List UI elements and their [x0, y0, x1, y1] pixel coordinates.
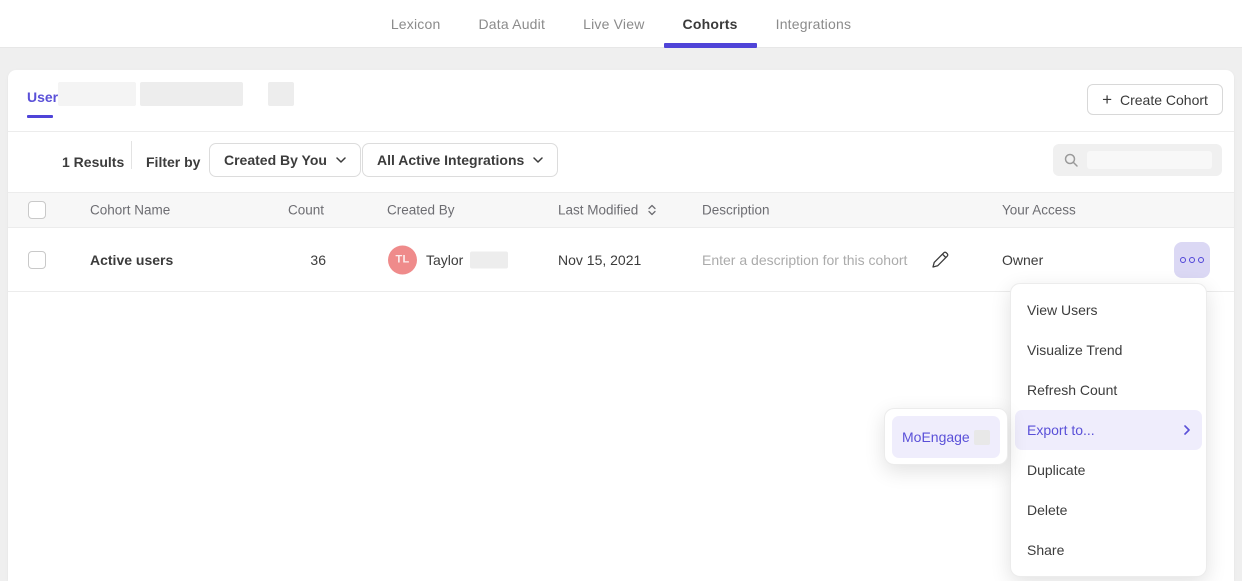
- redacted-tab-2: [140, 82, 243, 106]
- results-count: 1 Results: [62, 154, 124, 170]
- cohort-count: 36: [310, 252, 326, 268]
- plus-icon: +: [1102, 91, 1112, 108]
- tab-user-underline: [27, 115, 53, 118]
- divider: [131, 141, 132, 169]
- chevron-right-icon: [1184, 425, 1190, 435]
- menu-item-share[interactable]: Share: [1015, 530, 1202, 570]
- nav-tab-data-audit[interactable]: Data Audit: [459, 0, 564, 47]
- search-icon: [1063, 152, 1079, 168]
- tab-user-cohorts[interactable]: User: [27, 89, 58, 105]
- create-cohort-label: Create Cohort: [1120, 92, 1208, 108]
- chevron-down-icon: [533, 157, 543, 163]
- menu-item-refresh-count[interactable]: Refresh Count: [1015, 370, 1202, 410]
- row-checkbox[interactable]: [28, 251, 46, 269]
- chevron-down-icon: [336, 157, 346, 163]
- cohorts-page: Lexicon Data Audit Live View Cohorts Int…: [0, 0, 1242, 581]
- avatar: TL: [388, 245, 417, 274]
- cohort-name-link[interactable]: Active users: [90, 252, 173, 268]
- redacted-tab-1: [58, 82, 136, 106]
- active-integrations-dropdown[interactable]: All Active Integrations: [362, 143, 558, 177]
- redacted-submenu-text: [974, 430, 990, 445]
- header-your-access: Your Access: [1002, 203, 1076, 218]
- filter-by-label: Filter by: [146, 154, 200, 170]
- redacted-search-text: [1087, 151, 1212, 169]
- last-modified-date: Nov 15, 2021: [558, 252, 641, 268]
- nav-tab-cohorts[interactable]: Cohorts: [664, 0, 757, 47]
- submenu-item-moengage[interactable]: MoEngage: [892, 416, 1000, 458]
- menu-item-export-label: Export to...: [1027, 422, 1095, 438]
- row-actions-button[interactable]: [1174, 242, 1210, 278]
- create-cohort-button[interactable]: + Create Cohort: [1087, 84, 1223, 115]
- access-level: Owner: [1002, 252, 1043, 268]
- search-input[interactable]: [1053, 144, 1222, 176]
- table-header: Cohort Name Count Created By Last Modifi…: [8, 192, 1234, 228]
- header-count: Count: [288, 203, 324, 218]
- active-integrations-dropdown-label: All Active Integrations: [377, 152, 524, 168]
- header-created-by: Created By: [387, 203, 455, 218]
- filter-bar: 1 Results Filter by Created By You All A…: [8, 132, 1234, 192]
- top-nav: Lexicon Data Audit Live View Cohorts Int…: [0, 0, 1242, 48]
- header-last-modified[interactable]: Last Modified: [558, 203, 638, 218]
- select-all-checkbox[interactable]: [28, 201, 46, 219]
- description-field[interactable]: Enter a description for this cohort: [702, 252, 907, 268]
- submenu-item-moengage-label: MoEngage: [902, 429, 970, 445]
- nav-tab-integrations[interactable]: Integrations: [757, 0, 871, 47]
- created-by-dropdown-label: Created By You: [224, 152, 327, 168]
- created-by-dropdown[interactable]: Created By You: [209, 143, 361, 177]
- menu-item-visualize-trend[interactable]: Visualize Trend: [1015, 330, 1202, 370]
- sort-icon[interactable]: [648, 205, 656, 216]
- row-actions-menu: View Users Visualize Trend Refresh Count…: [1010, 283, 1207, 577]
- redacted-last-name: [470, 251, 508, 268]
- menu-item-view-users[interactable]: View Users: [1015, 290, 1202, 330]
- header-description: Description: [702, 203, 770, 218]
- menu-item-duplicate[interactable]: Duplicate: [1015, 450, 1202, 490]
- redacted-tab-3: [268, 82, 294, 106]
- created-by-name: Taylor: [426, 252, 463, 268]
- pencil-icon[interactable]: [929, 249, 951, 271]
- menu-item-delete[interactable]: Delete: [1015, 490, 1202, 530]
- menu-item-export-to[interactable]: Export to...: [1015, 410, 1202, 450]
- export-submenu: MoEngage: [884, 408, 1008, 465]
- header-cohort-name: Cohort Name: [90, 203, 170, 218]
- nav-tab-lexicon[interactable]: Lexicon: [372, 0, 460, 47]
- nav-tab-live-view[interactable]: Live View: [564, 0, 663, 47]
